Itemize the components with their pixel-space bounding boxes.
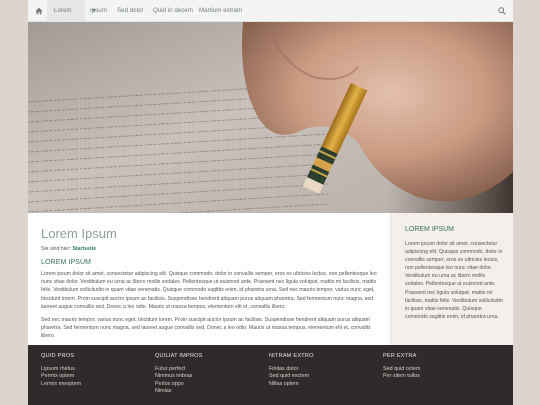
footer-column-quiliat-impros: QUILIAT IMPROS Futur perfect Nimmus imbr… — [155, 353, 265, 395]
footer-link[interactable]: Sed quid exctem — [269, 373, 379, 380]
nav-item-quid-in-decem[interactable]: Quid in decem — [153, 0, 193, 22]
section-title: LOREM IPSUM — [41, 259, 92, 266]
breadcrumb-link-startseite[interactable]: Startseite — [72, 246, 96, 252]
body-paragraph: Lorem ipsum dolor sit amet, consectetur … — [41, 271, 377, 310]
nav-item-label: Quid in decem — [153, 7, 193, 14]
search-icon[interactable] — [497, 6, 507, 16]
breadcrumb-prefix: Sie sind hier: — [41, 246, 71, 252]
sidebar: LOREM IPSUM Lorem ipsum dolor sit amet, … — [390, 213, 513, 345]
footer-link[interactable]: Futur perfect — [155, 366, 265, 373]
footer: QUID PROS Lipsum rhetus Permix optem Ler… — [28, 345, 513, 405]
footer-column-quid-pros: QUID PROS Lipsum rhetus Permix optem Ler… — [41, 353, 151, 388]
sidebar-title: LOREM IPSUM — [405, 226, 455, 233]
sidebar-text: Lorem ipsum dolor sit amet, consectetur … — [405, 241, 503, 320]
footer-column-per-extra: PER EXTRA Sed quid octem Per sitem tullo… — [383, 353, 493, 381]
footer-link[interactable]: Finitas dolor — [269, 366, 379, 373]
footer-link[interactable]: Lermix meoptem — [41, 381, 151, 388]
nav-item-lorem[interactable]: Lorem — [47, 0, 96, 22]
nav-item-martium-extram[interactable]: Martium extram — [199, 0, 242, 22]
body-paragraph: Sed nec mauris tempor, varius nunc eget,… — [41, 317, 371, 340]
nav-item-label: Martium extram — [199, 7, 242, 14]
top-navigation: Lorem Ipsum Sed dolor Quid in decem Mart… — [28, 0, 513, 22]
breadcrumb: Sie sind hier: Startseite — [41, 246, 96, 252]
nav-item-label: Ipsum — [90, 7, 107, 14]
nav-item-label: Lorem — [54, 7, 72, 14]
hand-holding-pencil-photo — [28, 22, 513, 213]
hero-image — [28, 22, 513, 213]
page-title: Lorem Ipsum — [41, 226, 117, 241]
nav-item-label: Sed dolor — [117, 7, 144, 14]
nav-item-ipsum[interactable]: Ipsum — [90, 0, 107, 22]
footer-column-title: NITRAM EXTRO — [269, 353, 314, 359]
footer-link[interactable]: Permix optem — [41, 373, 151, 380]
main-content: Lorem Ipsum Sie sind hier: Startseite LO… — [28, 213, 390, 345]
footer-column-title: QUID PROS — [41, 353, 75, 359]
footer-link[interactable]: Nillas optem — [269, 381, 379, 388]
footer-link[interactable]: Sed quid octem — [383, 366, 493, 373]
footer-link[interactable]: Perlox oppo — [155, 381, 265, 388]
nav-item-sed-dolor[interactable]: Sed dolor — [117, 0, 144, 22]
footer-link[interactable]: Nimias — [155, 388, 265, 395]
footer-link[interactable]: Lipsum rhetus — [41, 366, 151, 373]
footer-link[interactable]: Per sitem tullos — [383, 373, 493, 380]
home-icon[interactable] — [34, 6, 44, 16]
footer-link[interactable]: Nimmus imbras — [155, 373, 265, 380]
footer-column-nitram-extro: NITRAM EXTRO Finitas dolor Sed quid exct… — [269, 353, 379, 388]
footer-column-title: PER EXTRA — [383, 353, 417, 359]
footer-column-title: QUILIAT IMPROS — [155, 353, 203, 359]
page-container: Lorem Ipsum Sed dolor Quid in decem Mart… — [28, 0, 513, 405]
